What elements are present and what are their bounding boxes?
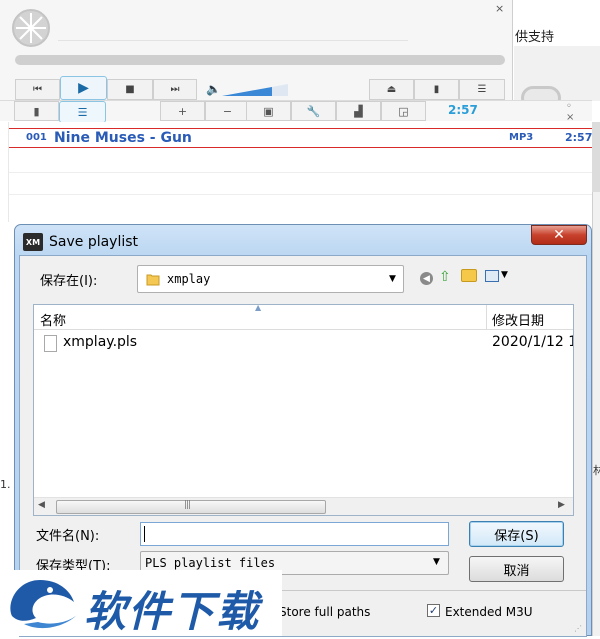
remove-track-button[interactable]: − <box>205 101 250 121</box>
playlist-toolbar: ▮ ☰ + − ▣ 🔧 ▟ ◲ 2:57 ◦ × <box>0 100 592 123</box>
wrench-icon: 🔧 <box>306 104 321 118</box>
previous-icon: ⏮ <box>33 84 42 95</box>
player-window: × ⏮ ▶ ■ ⏭ 🔈 ⏏ ▮ ☰ <box>0 0 513 100</box>
xmplay-app-icon: XM <box>23 233 43 251</box>
save-icon: ▣ <box>263 104 274 118</box>
row-divider <box>9 172 593 173</box>
file-list: 名称 ▲ 修改日期 xmplay.pls 2020/1/12 1 ◀ ||| ▶ <box>33 303 574 516</box>
scroll-left-icon[interactable]: ◀ <box>38 500 45 510</box>
player-close-icon[interactable]: × <box>495 2 504 15</box>
chevron-down-icon: ▼ <box>433 557 440 567</box>
play-icon: ▶ <box>78 80 89 96</box>
background-window-edge <box>592 192 600 636</box>
column-header-name[interactable]: 名称 <box>40 310 66 329</box>
background-window-text: 供支持 <box>515 30 555 45</box>
info-button[interactable]: ▮ <box>414 79 459 100</box>
file-date: 2020/1/12 1 <box>492 334 573 350</box>
eject-icon: ⏏ <box>386 84 397 95</box>
save-in-dropdown[interactable]: xmplay ▼ <box>137 265 404 293</box>
filetype-value: PLS playlist files <box>145 556 276 570</box>
background-edge-text: 林 <box>593 464 600 477</box>
extended-m3u-label[interactable]: Extended M3U <box>445 605 533 619</box>
watermark: 软件下载 <box>0 570 282 636</box>
up-folder-icon[interactable]: ⇧ <box>439 269 451 285</box>
track-title: Nine Muses - Gun <box>54 130 192 146</box>
chevron-down-icon[interactable]: ▼ <box>501 270 508 280</box>
column-divider[interactable] <box>486 305 487 330</box>
list-icon: ☰ <box>77 105 88 119</box>
filename-label: 文件名(N): <box>36 529 100 544</box>
tab-info[interactable]: ▮ <box>14 101 59 121</box>
cancel-button[interactable]: 取消 <box>469 556 564 582</box>
playlist-total-time: 2:57 <box>448 103 478 117</box>
playlist-window-buttons[interactable]: ◦ × <box>566 101 592 123</box>
tools-button[interactable]: 🔧 <box>291 101 336 121</box>
menu-icon: ☰ <box>477 84 487 95</box>
save-in-value: xmplay <box>167 272 211 286</box>
folder-icon <box>146 274 160 286</box>
column-header-date[interactable]: 修改日期 <box>492 310 544 329</box>
watermark-text: 软件下载 <box>84 587 261 636</box>
track-duration: 2:57 <box>565 131 593 144</box>
tab-playlist[interactable]: ☰ <box>59 101 106 123</box>
note-icon: ◲ <box>398 104 409 118</box>
eject-button[interactable]: ⏏ <box>369 79 414 100</box>
player-logo-icon[interactable] <box>12 9 50 47</box>
file-name: xmplay.pls <box>63 334 138 350</box>
previous-track-button[interactable]: ⏮ <box>15 79 60 100</box>
track-row[interactable]: 001 Nine Muses - Gun MP3 2:57 <box>9 128 593 148</box>
bars-icon: ▟ <box>354 104 363 118</box>
app-icon-text: XM <box>25 237 41 247</box>
resize-grip-icon[interactable]: ⋰ <box>574 624 582 633</box>
dialog-title: Save playlist <box>49 234 139 250</box>
notes-button[interactable]: ◲ <box>381 101 426 121</box>
close-icon: ✕ <box>553 227 565 243</box>
back-icon[interactable]: ◀ <box>420 272 433 285</box>
save-playlist-button[interactable]: ▣ <box>246 101 291 121</box>
next-track-button[interactable]: ⏭ <box>153 79 197 100</box>
seek-bar[interactable] <box>15 55 505 65</box>
stats-button[interactable]: ▟ <box>336 101 381 121</box>
extended-m3u-checkbox[interactable]: ✓ <box>427 604 440 617</box>
stop-icon: ■ <box>125 84 135 95</box>
background-edge-text-left: 1. <box>0 478 11 491</box>
menu-button[interactable]: ☰ <box>459 79 505 100</box>
track-format: MP3 <box>509 132 534 143</box>
volume-slider[interactable] <box>222 84 288 96</box>
view-menu-icon[interactable] <box>485 270 499 282</box>
chevron-down-icon: ▼ <box>389 274 396 284</box>
list-header: 名称 ▲ 修改日期 <box>34 303 573 330</box>
next-icon: ⏭ <box>170 84 180 95</box>
new-folder-icon[interactable] <box>461 269 477 282</box>
dragon-logo-icon <box>10 580 78 629</box>
info-divider <box>58 40 408 41</box>
playlist-scrollbar[interactable] <box>592 122 600 192</box>
scroll-right-icon[interactable]: ▶ <box>558 500 565 510</box>
add-track-button[interactable]: + <box>160 101 205 121</box>
file-icon <box>44 335 57 352</box>
play-button[interactable]: ▶ <box>60 76 107 100</box>
filename-input[interactable] <box>140 522 449 546</box>
save-in-label: 保存在(I): <box>40 274 98 289</box>
close-button[interactable]: ✕ <box>531 225 587 245</box>
plus-icon: + <box>177 104 188 118</box>
track-number: 001 <box>26 132 47 143</box>
store-full-paths-label[interactable]: Store full paths <box>279 605 370 619</box>
info-panel-icon: ▮ <box>433 84 440 95</box>
file-row[interactable]: xmplay.pls 2020/1/12 1 <box>34 332 573 356</box>
minus-icon: − <box>222 104 233 118</box>
save-button[interactable]: 保存(S) <box>469 521 564 547</box>
info-tab-icon: ▮ <box>33 104 40 118</box>
stop-button[interactable]: ■ <box>107 79 153 100</box>
volume-icon[interactable]: 🔈 <box>206 82 221 96</box>
scroll-grip-icon: ||| <box>184 500 191 510</box>
row-divider <box>9 194 593 195</box>
horizontal-scrollbar[interactable]: ◀ ||| ▶ <box>34 497 573 515</box>
scroll-thumb[interactable]: ||| <box>56 500 326 514</box>
text-caret <box>144 526 145 542</box>
sort-ascending-icon: ▲ <box>255 303 262 312</box>
playlist-area: 001 Nine Muses - Gun MP3 2:57 <box>8 122 593 222</box>
